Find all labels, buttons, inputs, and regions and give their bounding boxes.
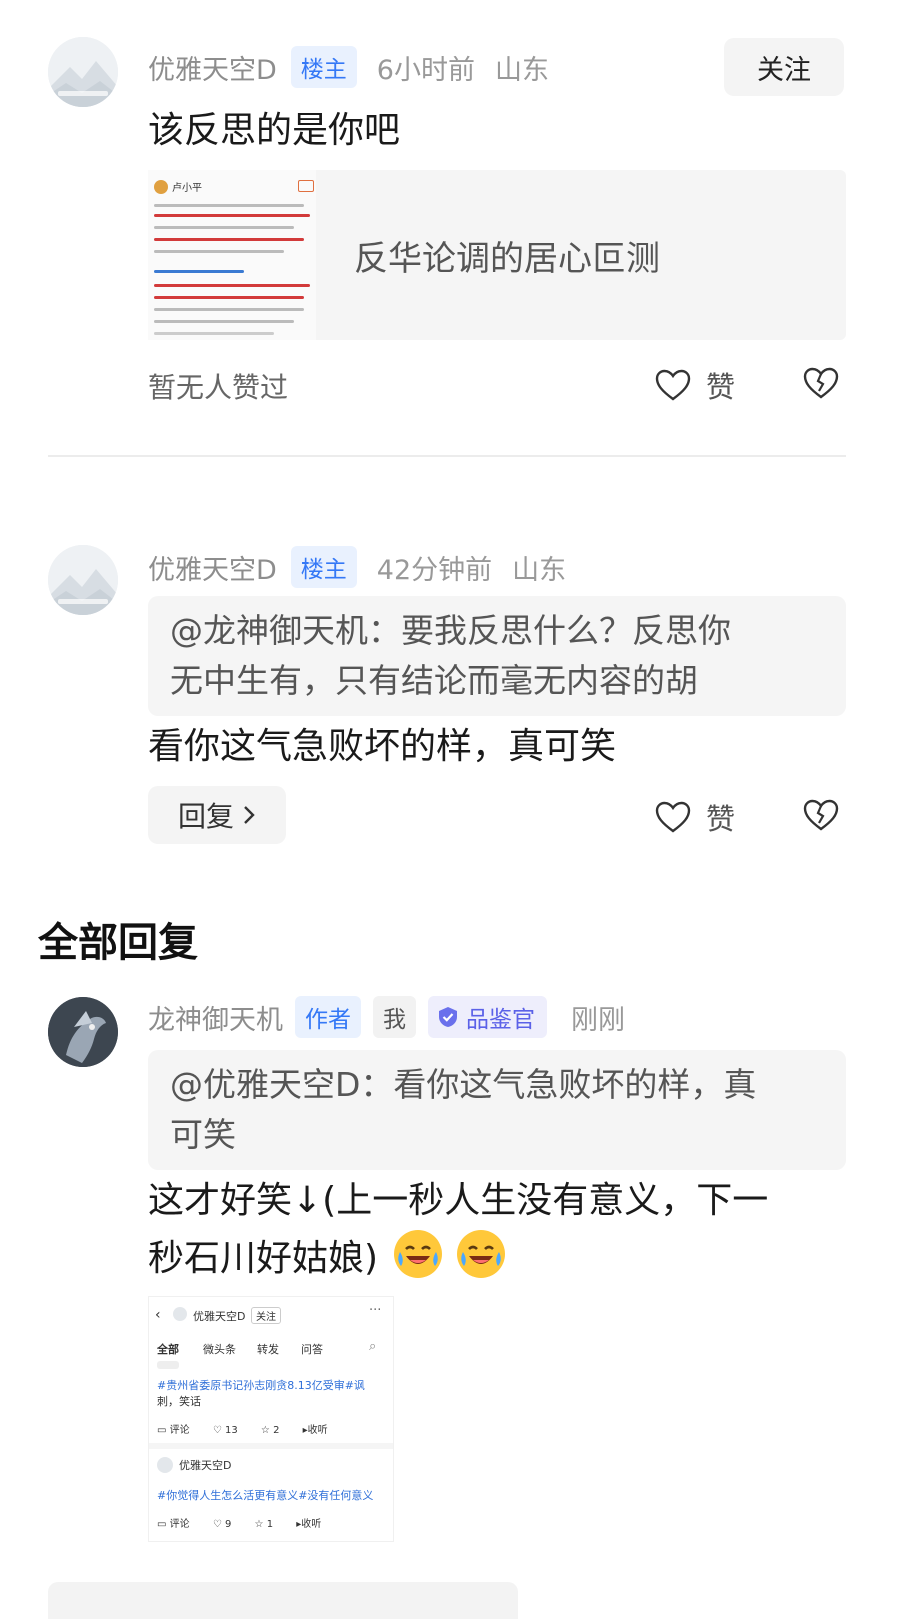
mountain-avatar-icon	[48, 37, 118, 107]
quote-line: 无中生有，只有结论而毫无内容的胡	[170, 661, 698, 700]
comment-time: 42分钟前	[376, 554, 493, 586]
like-label: 赞	[706, 802, 736, 836]
like-label: 赞	[706, 370, 736, 404]
reply-text-line: 这才好笑↓(上一秒人生没有意义，下一	[148, 1180, 769, 1221]
heart-icon	[655, 801, 691, 833]
search-icon: ⌕	[369, 1339, 377, 1354]
shot-post-text: 刺，笑话	[157, 1395, 201, 1408]
quote-line: @优雅天空D：看你这气急败坏的样，真	[170, 1065, 757, 1104]
avatar[interactable]	[48, 997, 118, 1067]
author-badge: 作者	[295, 996, 361, 1038]
reply-input-bar[interactable]	[48, 1582, 518, 1619]
heart-icon	[655, 369, 691, 401]
quote-line: @龙神御天机：要我反思什么？反思你	[170, 611, 731, 650]
reviewer-badge: 品鉴官	[428, 996, 547, 1038]
shot-post-avatar	[157, 1361, 179, 1369]
reply-text-line: 秒石川好姑娘)	[148, 1238, 379, 1279]
op-badge: 楼主	[290, 46, 357, 88]
mountain-avatar-icon	[48, 545, 118, 615]
shot-listen: 收听	[301, 1519, 322, 1530]
heart-icon: ♡	[212, 1425, 225, 1436]
like-button[interactable]: 赞	[654, 796, 735, 838]
divider	[48, 455, 846, 457]
more-icon: ···	[369, 1303, 382, 1318]
star-icon: ☆	[254, 1519, 267, 1530]
comment-icon: ▭	[157, 1519, 170, 1530]
comment-text: 该反思的是你吧	[148, 110, 401, 151]
shot-tab: 微头条	[203, 1343, 236, 1356]
reply-button[interactable]: 回复	[148, 786, 287, 844]
follow-button[interactable]: 关注	[724, 38, 844, 96]
shot-comment: 评论	[169, 1425, 190, 1436]
shot-user: 优雅天空D	[179, 1459, 232, 1472]
shot-post-text: #你觉得人生怎么活更有意义#没有任何意义	[157, 1489, 374, 1502]
shot-user: 优雅天空D	[193, 1310, 246, 1323]
reviewer-badge-label: 品鉴官	[466, 1007, 535, 1033]
shield-check-icon	[439, 1007, 457, 1027]
shot-post-actions: ▭ 评论 ♡ 9 ☆ 1 ▸收听	[157, 1515, 321, 1530]
quote-line: 可笑	[170, 1115, 236, 1154]
thumb-author: 卢小平	[172, 183, 202, 194]
shot-comment: 评论	[169, 1519, 190, 1530]
dragon-avatar-icon	[48, 997, 118, 1067]
shot-follow: 关注	[251, 1307, 281, 1324]
comment-time: 6小时前	[376, 54, 475, 86]
shot-likes: 9	[224, 1519, 232, 1530]
me-badge: 我	[373, 996, 416, 1038]
link-thumbnail: 卢小平	[148, 170, 316, 340]
comment-location: 山东	[494, 54, 549, 86]
dislike-button[interactable]	[802, 366, 840, 404]
like-button[interactable]: 赞	[654, 364, 735, 406]
section-title: 全部回复	[38, 920, 198, 966]
avatar[interactable]	[48, 545, 118, 615]
shot-post-actions: ▭ 评论 ♡ 13 ☆ 2 ▸收听	[157, 1421, 328, 1436]
comment-user-name[interactable]: 优雅天空D	[148, 548, 277, 587]
shot-favs: 1	[266, 1519, 274, 1530]
shot-tab: 全部	[157, 1343, 179, 1356]
shot-tab: 问答	[301, 1343, 323, 1356]
reply-text-line-2: 秒石川好姑娘)	[148, 1230, 768, 1288]
reply-text: 这才好笑↓(上一秒人生没有意义，下一 秒石川好姑娘)	[148, 1172, 768, 1288]
laughing-crying-emoji-icon	[393, 1230, 442, 1278]
link-card[interactable]: 卢小平 反华论调的居心叵测	[148, 170, 846, 340]
comment-icon: ▭	[157, 1425, 170, 1436]
attached-screenshot[interactable]: ‹ 优雅天空D 关注 ··· 全部 微头条 转发 问答 ⌕ #贵州省委原书记孙志…	[148, 1296, 394, 1542]
shot-likes: 13	[224, 1425, 238, 1436]
reply-label: 回复	[178, 800, 235, 833]
shot-favs: 2	[273, 1425, 280, 1436]
heart-icon: ♡	[212, 1519, 225, 1530]
op-badge: 楼主	[290, 546, 357, 588]
shot-avatar	[157, 1457, 173, 1473]
chevron-right-icon	[244, 806, 255, 824]
shot-listen: 收听	[307, 1425, 328, 1436]
shot-divider	[149, 1443, 393, 1449]
avatar[interactable]	[48, 37, 118, 107]
star-icon: ☆	[260, 1425, 274, 1436]
comment-text: 看你这气急败坏的样，真可笑	[148, 726, 617, 767]
link-title: 反华论调的居心叵测	[354, 238, 660, 279]
quoted-comment[interactable]: @龙神御天机：要我反思什么？反思你 无中生有，只有结论而毫无内容的胡	[148, 596, 846, 716]
reply-user-name[interactable]: 龙神御天机	[148, 998, 283, 1037]
back-arrow-icon: ‹	[155, 1307, 161, 1323]
broken-heart-icon	[803, 367, 839, 399]
quoted-comment[interactable]: @优雅天空D：看你这气急败坏的样，真 可笑	[148, 1050, 846, 1170]
laughing-crying-emoji-icon	[456, 1230, 505, 1278]
shot-avatar	[173, 1307, 187, 1321]
shot-post-text: #贵州省委原书记孙志刚贪8.13亿受审#讽	[157, 1379, 365, 1392]
reply-time: 刚刚	[571, 1004, 625, 1036]
dislike-button[interactable]	[802, 798, 840, 836]
broken-heart-icon	[803, 799, 839, 831]
likes-summary: 暂无人赞过	[148, 371, 289, 404]
shot-tab: 转发	[257, 1343, 279, 1356]
comment-user-name[interactable]: 优雅天空D	[148, 48, 277, 87]
comment-location: 山东	[512, 554, 567, 586]
